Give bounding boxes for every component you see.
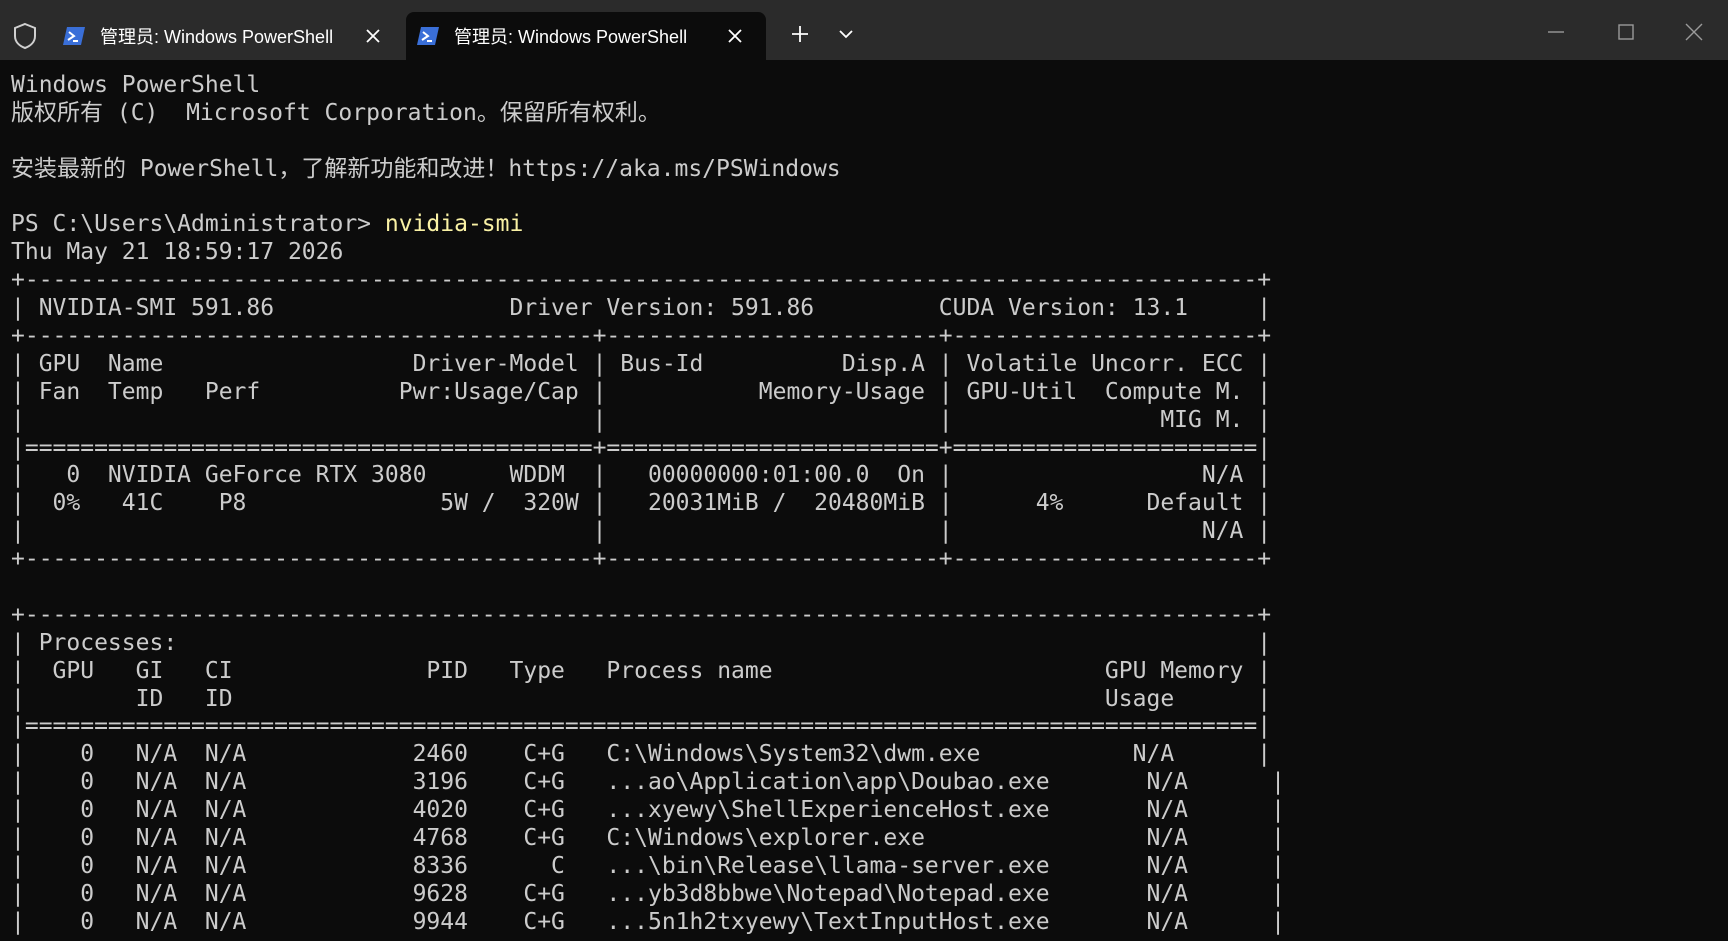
prompt: PS C:\Users\Administrator> [11,211,385,238]
window-close-icon[interactable] [1680,18,1708,46]
terminal-line: | 0 N/A N/A 9628 C+G ...yb3d8bbwe\Notepa… [11,880,1285,907]
tab-powershell-1[interactable]: 管理员: Windows PowerShell [52,12,404,60]
terminal-line: |=======================================… [11,434,1272,461]
prompt-line: PS C:\Users\Administrator> nvidia-smi [11,211,1717,239]
terminal-line: | | | N/A | [11,518,1272,545]
command-text: nvidia-smi [384,211,524,238]
close-icon[interactable] [364,27,382,45]
terminal-line: +---------------------------------------… [11,546,1272,573]
terminal-line: | 0 N/A N/A 4768 C+G C:\Windows\explorer… [11,825,1285,852]
terminal-line: | 0 N/A N/A 3196 C+G ...ao\Application\a… [11,769,1285,796]
terminal-line: | | | MIG M. | [11,406,1272,433]
terminal-line: |=======================================… [11,713,1272,740]
close-icon[interactable] [726,27,744,45]
terminal-line: | GPU GI CI PID Type Process name GPU Me… [11,657,1272,684]
minimize-icon[interactable] [1542,18,1570,46]
terminal-line: | 0% 41C P8 5W / 320W | 20031MiB / 20480… [11,490,1272,517]
terminal-line: | Processes: | [11,629,1272,656]
terminal-line: | 0 N/A N/A 4020 C+G ...xyewy\ShellExper… [11,797,1285,824]
terminal-line: +---------------------------------------… [11,267,1272,294]
terminal-line: | Fan Temp Perf Pwr:Usage/Cap | Memory-U… [11,378,1272,405]
plus-icon[interactable] [788,22,812,46]
terminal-line: +---------------------------------------… [11,323,1272,350]
terminal-line: | 0 N/A N/A 2460 C+G C:\Windows\System32… [11,741,1272,768]
terminal-line: Windows PowerShell [11,72,261,98]
chevron-down-icon[interactable] [834,22,858,46]
terminal-line: | 0 NVIDIA GeForce RTX 3080 WDDM | 00000… [11,462,1272,489]
terminal-line: Thu May 21 18:59:17 2026 [11,239,344,266]
maximize-icon[interactable] [1612,18,1640,46]
terminal-line: 安装最新的 PowerShell，了解新功能和改进！https://aka.ms… [11,155,841,182]
terminal-line: | NVIDIA-SMI 591.86 Driver Version: 591.… [11,295,1272,322]
terminal-line: | 0 N/A N/A 9944 C+G ...5n1h2txyewy\Text… [11,908,1285,935]
title-bar: 管理员: Windows PowerShell 管理员: Windows Pow… [0,0,1728,60]
powershell-icon [63,27,85,45]
terminal-line: | GPU Name Driver-Model | Bus-Id Disp.A … [11,350,1272,377]
powershell-icon [417,27,439,45]
shield-icon [14,22,36,50]
terminal-output[interactable]: Windows PowerShell 版权所有 (C) Microsoft Co… [11,72,1717,941]
terminal-line: +---------------------------------------… [11,601,1272,628]
terminal-line: | ID ID Usage | [11,685,1272,712]
tab-title: 管理员: Windows PowerShell [454,27,688,47]
terminal-line: | 0 N/A N/A 8336 C ...\bin\Release\llama… [11,852,1285,879]
tab-powershell-2[interactable]: 管理员: Windows PowerShell [406,12,766,60]
tab-title: 管理员: Windows PowerShell [100,27,334,47]
terminal-line: 版权所有 (C) Microsoft Corporation。保留所有权利。 [11,99,661,126]
